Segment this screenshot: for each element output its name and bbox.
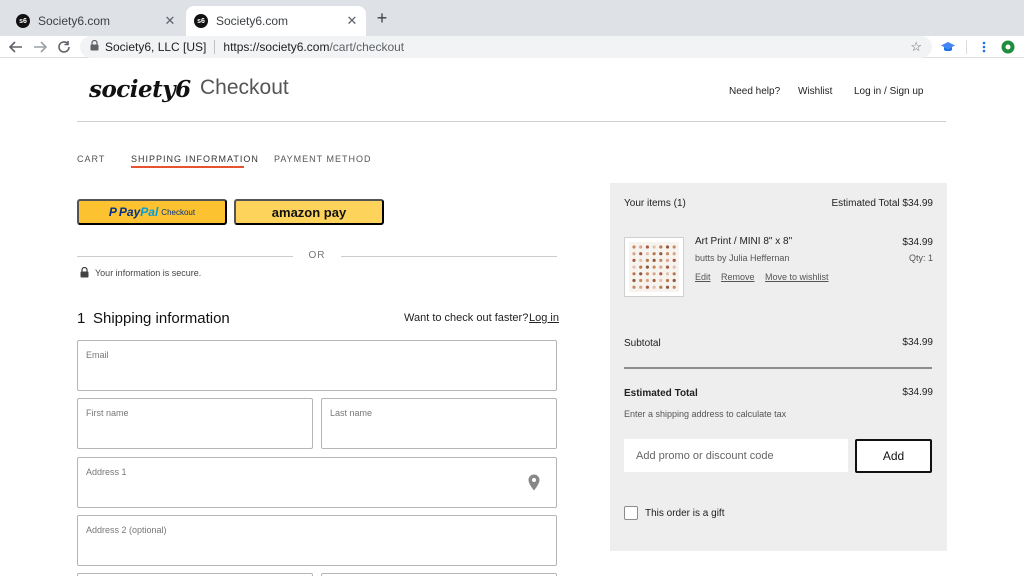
address1-label: Address 1 (86, 467, 127, 477)
paypal-checkout-button[interactable]: P PayPal Checkout (77, 199, 227, 225)
lock-icon (80, 267, 89, 278)
map-pin-icon[interactable] (528, 474, 540, 496)
browser-tab-2[interactable]: s6 Society6.com ✕ (186, 6, 366, 36)
secure-notice: Your information is secure. (80, 267, 201, 278)
art-print-image (629, 242, 679, 292)
section-title: Shipping information (93, 310, 230, 327)
new-tab-plus-icon[interactable]: + (372, 8, 392, 28)
society6-favicon-icon: s6 (16, 14, 30, 28)
society6-favicon-icon: s6 (194, 14, 208, 28)
or-separator: OR (308, 250, 326, 261)
active-step-indicator (131, 166, 244, 168)
subtotal-value: $34.99 (902, 337, 933, 348)
reload-icon[interactable] (54, 37, 74, 57)
back-arrow-icon[interactable] (6, 37, 26, 57)
star-icon[interactable]: ☆ (910, 39, 922, 55)
address2-field[interactable]: Address 2 (optional) (77, 515, 557, 566)
remove-item-link[interactable]: Remove (721, 272, 755, 282)
lock-icon (90, 39, 99, 54)
first-name-label: First name (86, 408, 129, 418)
amazon-pay-label: amazon pay (271, 204, 347, 220)
close-icon[interactable]: ✕ (162, 13, 178, 29)
first-name-field[interactable]: First name (77, 398, 313, 449)
last-name-field[interactable]: Last name (321, 398, 557, 449)
gift-checkbox[interactable] (624, 506, 638, 520)
paypal-logo-icon: P (108, 205, 117, 219)
estimated-total-value: $34.99 (902, 387, 933, 398)
summary-divider (624, 367, 932, 369)
subtotal-label: Subtotal (624, 338, 661, 349)
need-help-link[interactable]: Need help? (729, 86, 780, 97)
checkout-faster-text: Want to check out faster? (404, 312, 529, 324)
toolbar-divider (966, 40, 967, 54)
tab-title: Society6.com (38, 14, 111, 28)
move-to-wishlist-link[interactable]: Move to wishlist (765, 272, 829, 282)
paypal-word-pay: Pay (118, 205, 141, 219)
item-artist: butts by Julia Heffernan (695, 253, 790, 263)
email-field[interactable]: Email (77, 340, 557, 391)
forward-arrow-icon[interactable] (30, 37, 50, 57)
amazon-pay-button[interactable]: amazon pay (234, 199, 384, 225)
item-quantity: Qty: 1 (908, 253, 933, 263)
society6-logo[interactable]: society6 (89, 76, 191, 103)
tax-note: Enter a shipping address to calculate ta… (624, 409, 787, 419)
item-price: $34.99 (902, 237, 933, 248)
estimated-total-label: Estimated Total (624, 388, 698, 399)
wishlist-link[interactable]: Wishlist (798, 86, 832, 97)
extension-graduation-cap-icon[interactable] (940, 39, 956, 55)
promo-code-input[interactable] (624, 439, 848, 472)
menu-dots-icon[interactable] (976, 39, 992, 55)
step-cart[interactable]: CART (77, 154, 105, 164)
paypal-checkout-label: Checkout (161, 207, 196, 217)
url-path: /cart/checkout (329, 40, 405, 54)
item-thumbnail[interactable] (624, 237, 684, 297)
your-items-label: Your items (1) (624, 198, 686, 209)
estimated-total-header: Estimated Total $34.99 (831, 198, 933, 209)
add-promo-button[interactable]: Add (855, 439, 932, 473)
site-identity: Society6, LLC [US] (105, 40, 207, 54)
last-name-label: Last name (330, 408, 373, 418)
section-number: 1 (77, 310, 86, 327)
login-link[interactable]: Log in (529, 312, 559, 324)
address-bar[interactable]: Society6, LLC [US] https://society6.com /… (80, 36, 932, 58)
step-payment-method[interactable]: PAYMENT METHOD (274, 154, 372, 164)
email-label: Email (86, 350, 109, 360)
paypal-word-pal: Pal (140, 205, 159, 219)
browser-toolbar: Society6, LLC [US] https://society6.com /… (0, 36, 1024, 58)
close-icon[interactable]: ✕ (344, 13, 360, 29)
url-host: https://society6.com (223, 40, 330, 54)
step-shipping-information[interactable]: SHIPPING INFORMATION (131, 154, 259, 164)
or-divider-right (341, 256, 557, 257)
secure-text: Your information is secure. (95, 267, 202, 278)
or-divider-left (77, 256, 293, 257)
address1-field[interactable]: Address 1 (77, 457, 557, 508)
tab-title: Society6.com (216, 14, 289, 28)
item-name[interactable]: Art Print / MINI 8" x 8" (695, 236, 792, 247)
page-title: Checkout (200, 76, 289, 99)
browser-tab-1[interactable]: s6 Society6.com ✕ (8, 6, 184, 36)
address2-label: Address 2 (optional) (86, 525, 167, 535)
login-signup-link[interactable]: Log in / Sign up (854, 86, 924, 97)
browser-tabstrip: s6 Society6.com ✕ s6 Society6.com ✕ + (0, 0, 1024, 36)
extension-green-icon[interactable] (1000, 39, 1016, 55)
paypal-wordmark: PayPal (119, 205, 158, 219)
edit-item-link[interactable]: Edit (695, 272, 711, 282)
header-divider (77, 121, 946, 122)
order-summary: Your items (1) Estimated Total $34.99 Ar… (610, 183, 947, 551)
gift-label[interactable]: This order is a gift (645, 508, 724, 519)
omnibox-divider (214, 40, 216, 54)
